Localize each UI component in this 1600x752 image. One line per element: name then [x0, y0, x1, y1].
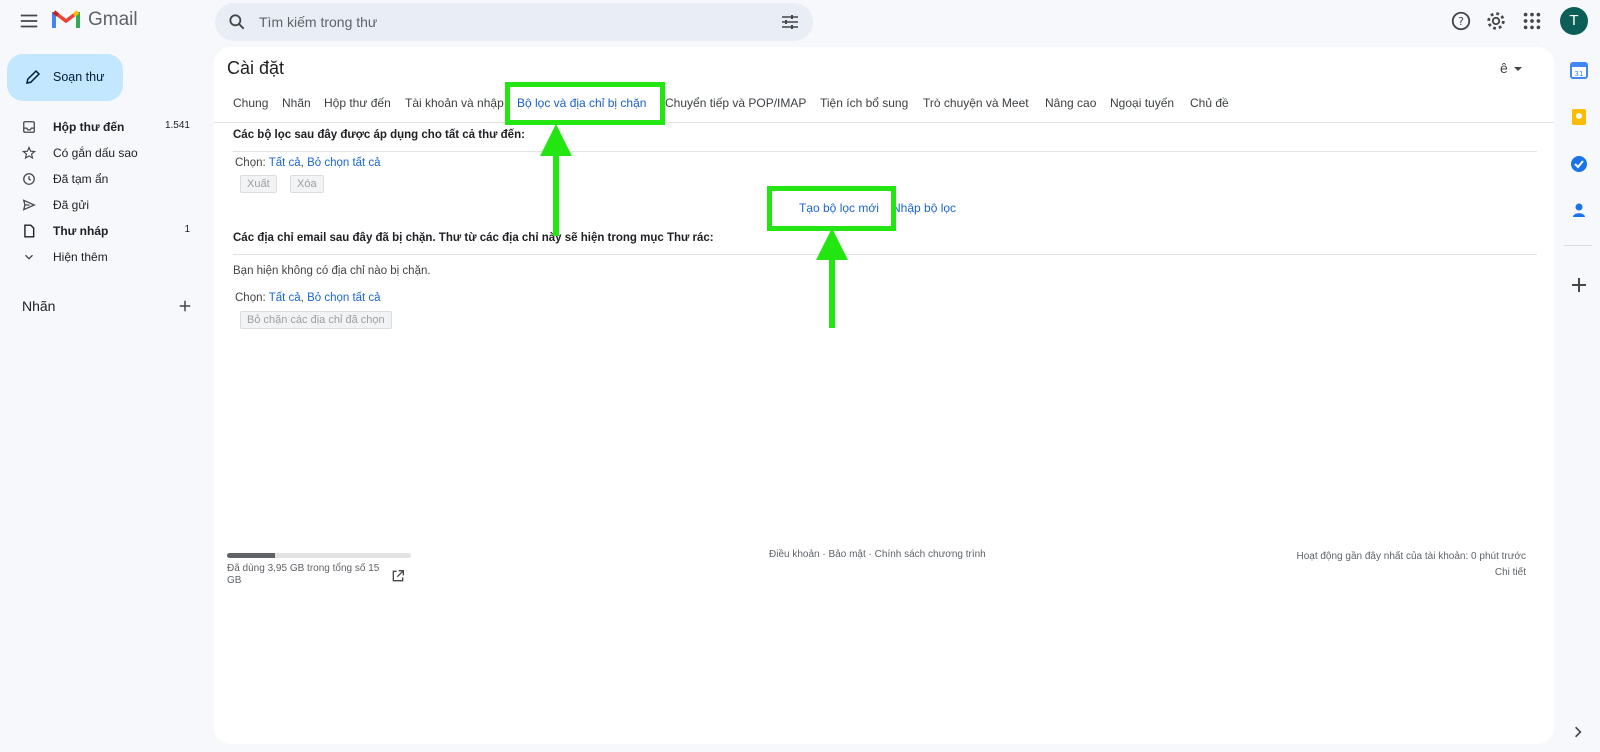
clock-icon [23, 173, 35, 185]
select-prefix: Chọn: [235, 157, 266, 169]
svg-text:31: 31 [1575, 70, 1584, 78]
nav-label: Đã tạm ẩn [53, 172, 109, 186]
nav-label: Hiện thêm [53, 250, 108, 264]
app-name: Gmail [88, 9, 138, 30]
nav-label: Thư nháp [53, 224, 109, 238]
nav-label: Có gắn dấu sao [53, 146, 138, 160]
nav-item-inbox[interactable]: Hộp thư đến 1.541 [0, 114, 200, 140]
main-menu-button[interactable] [18, 10, 40, 32]
import-filter-link[interactable]: Nhập bộ lọc [892, 201, 956, 215]
footer-separator: · [822, 549, 826, 560]
help-icon[interactable]: ? [1450, 10, 1472, 32]
calendar-icon[interactable]: 31 [1569, 60, 1589, 80]
program-policy-link[interactable]: Chính sách chương trình [875, 549, 986, 560]
select-all-blocked-link[interactable]: Tất cả [269, 292, 301, 304]
divider [233, 254, 1537, 255]
tab-addons[interactable]: Tiện ích bổ sung [820, 96, 908, 110]
gmail-logo[interactable] [52, 8, 80, 32]
star-icon [22, 146, 36, 160]
nav-count: 1 [184, 224, 190, 235]
storage-fill [227, 553, 275, 558]
select-none-blocked-link[interactable]: Bỏ chọn tất cả [307, 292, 381, 304]
filters-select-row: Chọn: Tất cả, Bỏ chọn tất cả [235, 157, 381, 169]
tab-forwarding-pop-imap[interactable]: Chuyển tiếp và POP/IMAP [665, 96, 806, 110]
input-tools-label: ê [1500, 60, 1508, 76]
hamburger-icon [20, 14, 38, 28]
last-activity-text: Hoạt động gần đây nhất của tài khoản: 0 … [1296, 551, 1526, 562]
unblock-button[interactable]: Bỏ chặn các địa chỉ đã chọn [240, 311, 392, 329]
labels-heading: Nhãn [22, 298, 56, 314]
create-filter-link[interactable]: Tạo bộ lọc mới [799, 201, 879, 215]
tab-themes[interactable]: Chủ đề [1190, 96, 1229, 110]
divider [233, 151, 1537, 152]
send-icon [22, 199, 36, 211]
tab-chat-meet[interactable]: Trò chuyện và Meet [923, 96, 1029, 110]
annotation-arrow-shaft [553, 154, 559, 236]
nav-item-starred[interactable]: Có gắn dấu sao [0, 140, 200, 166]
settings-panel: Cài đặt ê Chung Nhãn Hộp thư đến Tài kho… [214, 47, 1554, 744]
keep-icon[interactable] [1569, 107, 1589, 127]
tasks-icon[interactable] [1569, 154, 1589, 174]
chevron-down-icon [25, 254, 33, 260]
nav-count: 1.541 [164, 120, 190, 131]
nav-label: Hộp thư đến [53, 120, 125, 134]
search-options-icon[interactable] [781, 13, 799, 31]
storage-text: Đã dùng 3,95 GB trong tổng số 15 GB [227, 563, 380, 586]
settings-gear-icon[interactable] [1485, 10, 1507, 32]
contacts-icon[interactable] [1569, 200, 1589, 220]
annotation-arrow-head [540, 124, 572, 156]
tab-labels[interactable]: Nhãn [282, 96, 311, 110]
tab-accounts-import[interactable]: Tài khoản và nhập [405, 96, 504, 110]
tab-filters-blocked[interactable]: Bộ lọc và địa chỉ bị chặn [517, 96, 646, 110]
top-bar: Gmail ? T [0, 0, 1600, 42]
privacy-link[interactable]: Bảo mật [829, 549, 866, 560]
search-bar [215, 3, 813, 41]
annotation-arrow-shaft [829, 258, 835, 328]
storage-bar [227, 553, 411, 558]
compose-button[interactable]: Soạn thư [7, 54, 123, 101]
sidebar-divider [1564, 245, 1592, 246]
footer-links: Điều khoản · Bảo mật · Chính sách chương… [769, 549, 986, 560]
export-button[interactable]: Xuất [240, 175, 277, 193]
footer-separator: · [868, 549, 872, 560]
select-prefix: Chọn: [235, 292, 266, 304]
tab-general[interactable]: Chung [233, 96, 268, 110]
last-activity: Hoạt động gần đây nhất của tài khoản: 0 … [1296, 549, 1526, 581]
tab-advanced[interactable]: Nâng cao [1045, 96, 1096, 110]
chevron-right-icon[interactable] [1570, 724, 1586, 740]
select-none-filters-link[interactable]: Bỏ chọn tất cả [307, 157, 381, 169]
caret-down-icon [1513, 67, 1522, 72]
inbox-icon [23, 121, 35, 133]
select-all-filters-link[interactable]: Tất cả [269, 157, 301, 169]
gmail-logo-icon [52, 10, 80, 28]
nav-item-snoozed[interactable]: Đã tạm ẩn [0, 166, 200, 192]
svg-text:?: ? [1458, 15, 1464, 28]
search-input[interactable] [259, 10, 739, 34]
tab-inbox[interactable]: Hộp thư đến [324, 96, 391, 110]
nav-item-drafts[interactable]: Thư nháp 1 [0, 218, 200, 244]
compose-label: Soạn thư [53, 70, 105, 84]
apps-grid-icon[interactable] [1521, 10, 1543, 32]
nav-item-sent[interactable]: Đã gửi [0, 192, 200, 218]
details-link[interactable]: Chi tiết [1296, 565, 1526, 581]
add-label-icon[interactable] [176, 297, 194, 315]
annotation-arrow-head [816, 228, 848, 260]
filters-heading: Các bộ lọc sau đây được áp dụng cho tất … [233, 129, 525, 141]
search-icon[interactable] [227, 12, 247, 32]
page-title: Cài đặt [227, 58, 285, 78]
blocked-heading: Các địa chỉ email sau đây đã bị chặn. Th… [233, 232, 714, 244]
account-avatar[interactable]: T [1560, 7, 1588, 35]
open-external-icon[interactable] [390, 568, 406, 584]
nav-label: Đã gửi [53, 198, 90, 212]
input-tools-toggle[interactable]: ê [1500, 60, 1522, 76]
pencil-icon [26, 69, 41, 84]
blocked-empty-text: Bạn hiện không có địa chỉ nào bị chặn. [233, 265, 431, 277]
tab-offline[interactable]: Ngoại tuyến [1110, 96, 1174, 110]
blocked-select-row: Chọn: Tất cả, Bỏ chọn tất cả [235, 292, 381, 304]
terms-link[interactable]: Điều khoản [769, 549, 820, 560]
draft-icon [24, 224, 35, 238]
get-addons-icon[interactable] [1569, 275, 1589, 295]
delete-button[interactable]: Xóa [290, 175, 324, 193]
nav-item-more[interactable]: Hiện thêm [0, 244, 200, 270]
